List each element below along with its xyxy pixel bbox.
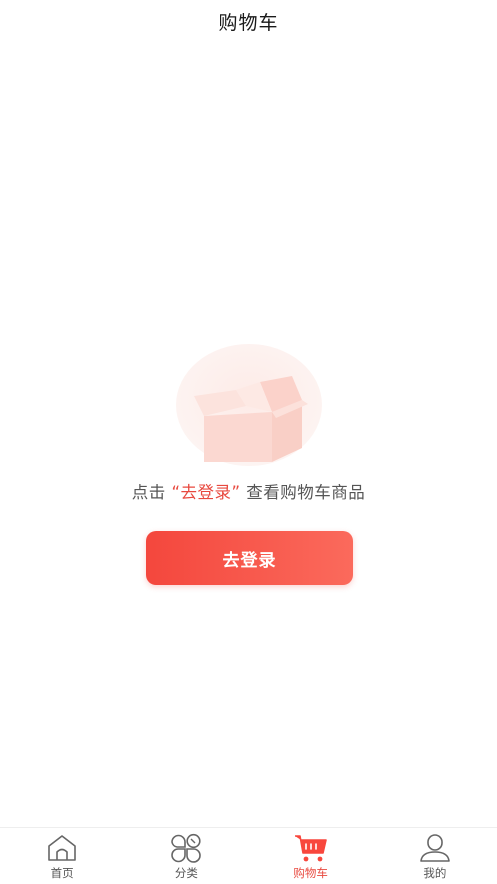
- tab-label: 我的: [423, 866, 447, 880]
- login-prompt-text: 点击 “去登录” 查看购物车商品: [0, 479, 497, 503]
- cart-icon: [294, 833, 328, 863]
- go-login-button[interactable]: 去登录: [146, 531, 353, 585]
- tab-cart[interactable]: 购物车: [249, 828, 373, 884]
- home-icon: [45, 833, 79, 863]
- tab-label: 分类: [174, 866, 198, 880]
- tab-label: 购物车: [293, 866, 328, 880]
- bottom-tab-bar: 首页 分类 购物车 我的: [0, 827, 497, 884]
- category-icon: [169, 833, 203, 863]
- user-icon: [418, 833, 452, 863]
- tab-category[interactable]: 分类: [124, 828, 248, 884]
- prompt-suffix: 查看购物车商品: [246, 483, 366, 502]
- page-title: 购物车: [218, 11, 279, 34]
- tab-profile[interactable]: 我的: [373, 828, 497, 884]
- tab-label: 首页: [50, 866, 74, 880]
- empty-box-icon: [176, 344, 322, 466]
- header-bar: 购物车: [0, 0, 497, 42]
- prompt-highlight: “去登录”: [171, 483, 241, 502]
- prompt-prefix: 点击: [131, 483, 166, 502]
- tab-home[interactable]: 首页: [0, 828, 124, 884]
